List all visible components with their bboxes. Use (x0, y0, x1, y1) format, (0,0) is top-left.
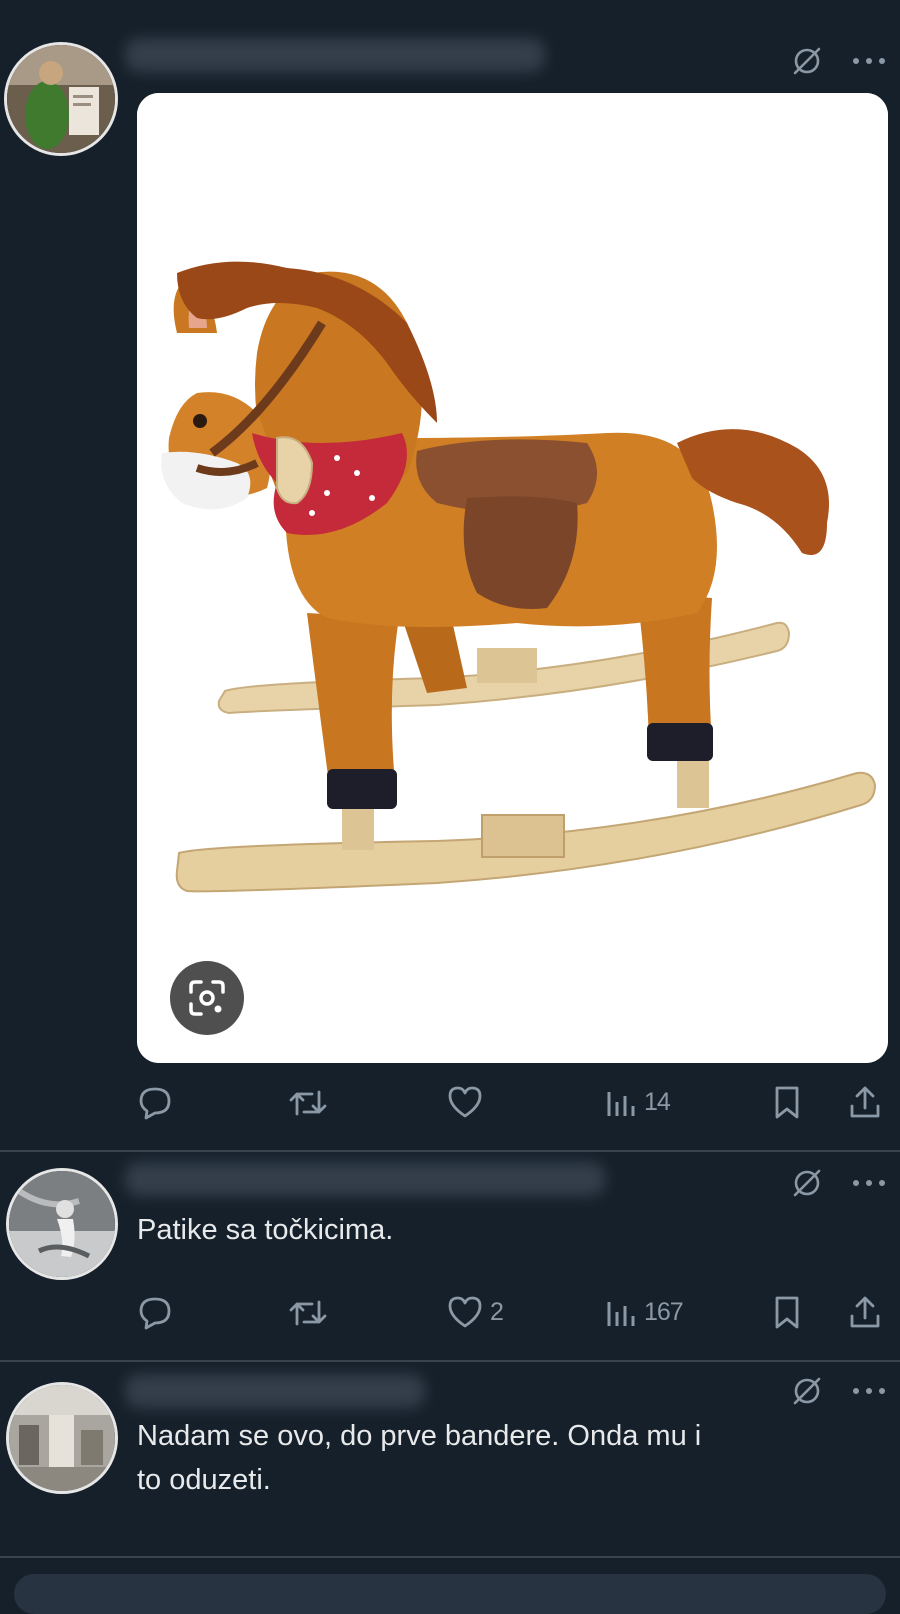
views-icon (607, 1302, 635, 1326)
share-button[interactable] (848, 1084, 882, 1120)
reply-button[interactable] (136, 1084, 180, 1122)
more-icon[interactable] (852, 1178, 886, 1188)
bookmark-icon (775, 1296, 799, 1329)
heart-icon (448, 1086, 482, 1118)
tweet-text: Patike sa točkicima. (137, 1214, 394, 1246)
avatar-image (9, 1171, 115, 1277)
tweet-top-icons (790, 1166, 886, 1200)
tweet-text-line: Nadam se ovo, do prve bandere. Onda mu i (137, 1420, 702, 1452)
heart-icon (448, 1296, 482, 1328)
avatar-image (7, 45, 115, 153)
tweet-actions: 2 167 (136, 1294, 886, 1338)
tweet-divider (0, 1556, 900, 1558)
share-icon (850, 1086, 880, 1118)
like-button[interactable] (446, 1084, 490, 1120)
more-icon[interactable] (852, 56, 886, 66)
avatar[interactable] (4, 42, 118, 156)
reply-icon (139, 1087, 171, 1120)
like-button[interactable]: 2 (446, 1294, 504, 1330)
username-redacted[interactable] (125, 1374, 425, 1408)
tweet-2: Patike sa točkicima. 2 167 (0, 1152, 900, 1352)
tweet-actions: 14 (136, 1084, 886, 1128)
bookmark-icon (775, 1086, 799, 1119)
google-lens-icon (189, 980, 225, 1016)
retweet-icon (289, 1090, 327, 1116)
tweet-image[interactable] (137, 93, 888, 1063)
tweet-3: Nadam se ovo, do prve bandere. Onda mu i… (0, 1362, 900, 1562)
bookmark-button[interactable] (772, 1084, 802, 1120)
reply-icon (139, 1297, 171, 1330)
reply-compose-bar[interactable] (14, 1574, 886, 1614)
avatar[interactable] (6, 1168, 118, 1280)
grok-icon[interactable] (790, 1166, 824, 1200)
tweet-top-icons (790, 1374, 886, 1408)
tweet-text-line: to oduzeti. (137, 1464, 271, 1496)
views-icon (607, 1092, 635, 1116)
share-icon (850, 1296, 880, 1328)
more-icon[interactable] (852, 1386, 886, 1396)
views-button[interactable]: 167 (604, 1294, 684, 1330)
username-redacted[interactable] (125, 38, 545, 72)
bookmark-button[interactable] (772, 1294, 802, 1330)
retweet-button[interactable] (288, 1084, 334, 1122)
like-count: 2 (490, 1297, 504, 1326)
reply-button[interactable] (136, 1294, 180, 1332)
tweet-top-icons (790, 44, 886, 78)
retweet-button[interactable] (288, 1294, 334, 1332)
tweet-1: 14 (0, 0, 900, 1130)
views-button[interactable]: 14 (604, 1084, 671, 1120)
views-count: 167 (644, 1297, 684, 1326)
grok-icon[interactable] (790, 44, 824, 78)
grok-icon[interactable] (790, 1374, 824, 1408)
avatar-image (9, 1385, 115, 1491)
rocking-horse-image (137, 93, 888, 1063)
tweet-text: Nadam se ovo, do prve bandere. Onda mu i… (137, 1414, 701, 1502)
username-redacted[interactable] (125, 1162, 605, 1196)
views-count: 14 (644, 1087, 671, 1116)
share-button[interactable] (848, 1294, 882, 1330)
avatar[interactable] (6, 1382, 118, 1494)
retweet-icon (289, 1300, 327, 1326)
google-lens-button[interactable] (170, 961, 244, 1035)
